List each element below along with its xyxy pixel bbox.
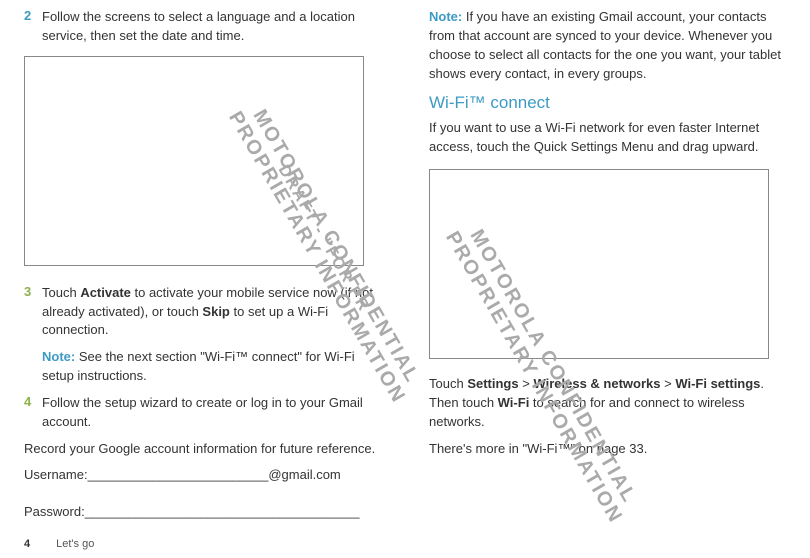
step-2: 2 Follow the screens to select a languag… [24,8,389,46]
screenshot-placeholder [429,169,769,359]
text: Touch [42,285,80,300]
wifi-intro: If you want to use a Wi-Fi network for e… [429,119,794,157]
note-block: Note: See the next section "Wi-Fi™ conne… [42,348,389,386]
more-info: There's more in "Wi-Fi™" on page 33. [429,440,794,459]
step-text: Follow the screens to select a language … [42,8,389,46]
step-text: Follow the setup wizard to create or log… [42,394,389,432]
text: > [660,376,675,391]
password-label: Password: [24,504,85,519]
step-4: 4 Follow the setup wizard to create or l… [24,394,389,432]
record-info: Record your Google account information f… [24,440,389,459]
password-field: Password:_______________________________… [24,503,389,522]
step-number: 2 [24,8,42,23]
text: Touch [429,376,467,391]
page-number: 4 [24,538,30,550]
password-blank: ______________________________________ [85,504,360,519]
username-suffix: @gmail.com [268,467,340,482]
top-note: Note: If you have an existing Gmail acco… [429,8,794,83]
username-label: Username: [24,467,88,482]
right-column: Note: If you have an existing Gmail acco… [429,8,794,540]
step-number: 4 [24,394,42,409]
wifi-heading: Wi-Fi™ connect [429,93,794,113]
username-field: Username:_________________________@gmail… [24,466,389,485]
username-blank: _________________________ [88,467,269,482]
skip-label: Skip [202,304,229,319]
note-label: Note: [42,349,79,364]
section-name: Let's go [56,538,94,550]
screenshot-placeholder [24,56,364,266]
wifi-label: Wi-Fi [498,395,530,410]
step-text: Touch Activate to activate your mobile s… [42,284,389,341]
wifi-settings-label: Wi-Fi settings [675,376,760,391]
note-text: If you have an existing Gmail account, y… [429,9,781,81]
page-footer: 4 Let's go [24,538,94,550]
text: > [519,376,534,391]
note-text: See the next section "Wi-Fi™ connect" fo… [42,349,355,383]
note-label: Note: [429,9,466,24]
step-3: 3 Touch Activate to activate your mobile… [24,284,389,341]
activate-label: Activate [80,285,131,300]
step-number: 3 [24,284,42,299]
settings-path: Touch Settings > Wireless & networks > W… [429,375,794,432]
wireless-networks-label: Wireless & networks [533,376,660,391]
left-column: 2 Follow the screens to select a languag… [24,8,389,540]
settings-label: Settings [467,376,518,391]
